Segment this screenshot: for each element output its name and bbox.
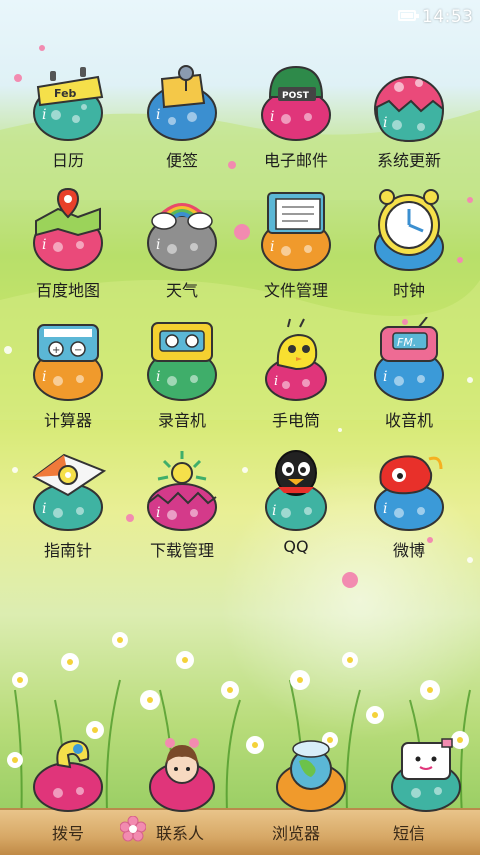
svg-text:FM.: FM. xyxy=(397,336,416,349)
weibo-icon: i xyxy=(374,455,444,531)
battery-icon xyxy=(398,10,419,21)
app-radio[interactable]: i FM. 收音机 xyxy=(352,317,466,437)
svg-text:i: i xyxy=(42,369,46,385)
svg-text:i: i xyxy=(156,369,160,385)
status-bar: 14:53 xyxy=(0,0,480,36)
app-label: 计算器 xyxy=(43,411,92,430)
app-label: 天气 xyxy=(165,281,198,300)
app-calculator[interactable]: i + − 计算器 xyxy=(11,317,125,437)
browser-globe-icon xyxy=(276,740,346,812)
alarm-clock-icon xyxy=(374,189,444,271)
app-weibo[interactable]: i 微博 xyxy=(352,447,466,567)
svg-text:−: − xyxy=(74,345,82,356)
qq-penguin-icon: i xyxy=(265,450,327,531)
email-postbox-icon: i POST xyxy=(261,65,331,141)
app-label: 下载管理 xyxy=(149,541,214,560)
map-pin-icon: i xyxy=(33,187,103,271)
app-baidu-map[interactable]: i 百度地图 xyxy=(11,187,125,307)
dock-label: 短信 xyxy=(393,824,426,843)
rainbow-cloud-icon: i xyxy=(147,203,217,271)
svg-text:i: i xyxy=(42,107,46,123)
app-label: 微博 xyxy=(392,541,425,560)
svg-text:i: i xyxy=(274,374,278,389)
app-weather[interactable]: i 天气 xyxy=(125,187,239,307)
app-label: 文件管理 xyxy=(263,281,328,300)
sms-message-icon xyxy=(391,738,461,812)
flashlight-chick-icon: i xyxy=(265,318,327,401)
app-system-update[interactable]: i 系统更新 xyxy=(352,57,466,177)
compass-icon: i xyxy=(32,453,107,531)
svg-text:i: i xyxy=(156,505,160,521)
app-flashlight[interactable]: i 手电筒 xyxy=(239,317,353,437)
svg-text:i: i xyxy=(270,239,274,255)
calculator-icon: i + − xyxy=(33,324,103,401)
download-flower-icon: i xyxy=(147,451,217,531)
status-clock: 14:53 xyxy=(422,7,474,27)
app-label: 录音机 xyxy=(157,411,206,430)
app-label: 日历 xyxy=(51,151,84,170)
app-label: 指南针 xyxy=(43,541,92,560)
app-label: QQ xyxy=(283,537,309,556)
phone-icon xyxy=(33,739,103,812)
app-qq[interactable]: i QQ xyxy=(239,447,353,567)
svg-text:i: i xyxy=(270,109,274,125)
svg-text:i: i xyxy=(383,369,387,385)
app-label: 时钟 xyxy=(392,281,425,300)
svg-text:i: i xyxy=(156,237,160,253)
svg-text:i: i xyxy=(383,115,387,131)
app-calendar[interactable]: i Feb 日历 xyxy=(11,57,125,177)
svg-text:i: i xyxy=(156,107,160,123)
folder-files-icon: i xyxy=(261,192,331,271)
app-download-manager[interactable]: i 下载管理 xyxy=(125,447,239,567)
dock-label: 联系人 xyxy=(156,824,205,843)
app-label: 系统更新 xyxy=(376,151,441,170)
dock-label: 拨号 xyxy=(52,824,85,843)
contacts-girl-icon xyxy=(149,738,215,812)
app-label: 电子邮件 xyxy=(263,151,328,170)
app-clock[interactable]: 时钟 xyxy=(352,187,466,307)
flower-icon xyxy=(119,815,147,842)
fm-radio-icon: i FM. xyxy=(374,317,444,401)
app-notes[interactable]: i 便签 xyxy=(125,57,239,177)
app-label: 收音机 xyxy=(384,411,433,430)
calendar-icon: i Feb xyxy=(33,67,104,141)
dock-sms[interactable] xyxy=(371,735,480,845)
tape-recorder-icon: i xyxy=(147,322,217,401)
svg-text:i: i xyxy=(383,501,387,517)
svg-text:i: i xyxy=(42,237,46,253)
notes-pin-icon: i xyxy=(147,65,217,141)
app-file-manager[interactable]: i 文件管理 xyxy=(239,187,353,307)
app-label: 手电筒 xyxy=(271,411,320,430)
svg-text:i: i xyxy=(272,503,276,519)
svg-text:Feb: Feb xyxy=(54,87,77,100)
system-update-icon: i xyxy=(374,76,445,143)
svg-text:+: + xyxy=(52,345,60,356)
app-recorder[interactable]: i 录音机 xyxy=(125,317,239,437)
dock-label: 浏览器 xyxy=(272,824,321,843)
app-compass[interactable]: i 指南针 xyxy=(11,447,125,567)
app-email[interactable]: i POST 电子邮件 xyxy=(239,57,353,177)
svg-text:POST: POST xyxy=(282,91,310,101)
svg-text:i: i xyxy=(42,501,46,517)
app-label: 便签 xyxy=(165,151,198,170)
app-label: 百度地图 xyxy=(35,281,100,300)
